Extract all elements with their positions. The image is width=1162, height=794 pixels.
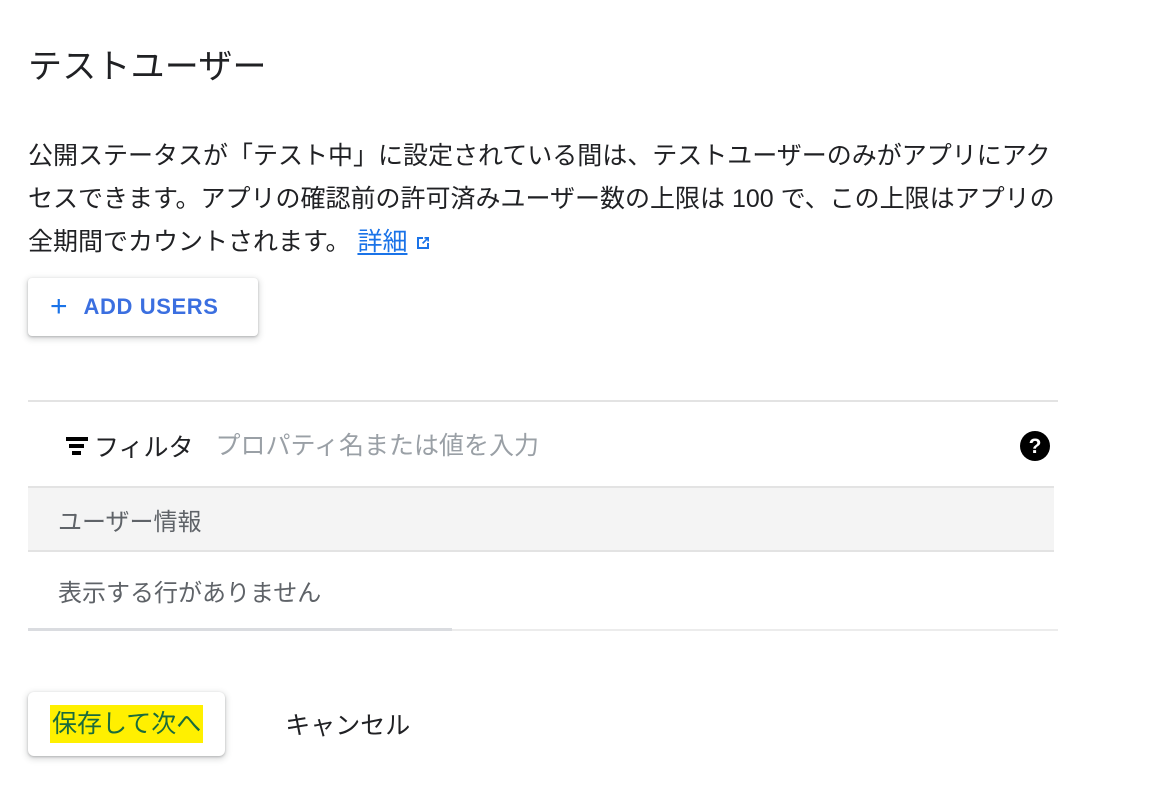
plus-icon: +: [50, 290, 68, 323]
help-circle-icon[interactable]: ?: [1020, 431, 1050, 461]
test-users-page: テストユーザー 公開ステータスが「テスト中」に設定されている間は、テストユーザー…: [0, 0, 1162, 794]
filter-label: フィルタ: [94, 434, 194, 462]
description-text: 公開ステータスが「テスト中」に設定されている間は、テストユーザーのみがアプリにア…: [28, 142, 1055, 256]
table-empty-message: 表示する行がありません: [58, 579, 322, 607]
page-title: テストユーザー: [28, 47, 267, 86]
test-users-table: ユーザー情報 表示する行がありません: [28, 486, 1058, 631]
table-bottom-rule-right: [452, 629, 1058, 631]
cancel-button[interactable]: キャンセル: [271, 696, 424, 752]
add-users-button[interactable]: + ADD USERS: [28, 278, 258, 336]
external-link-icon: [413, 233, 433, 253]
filter-top-divider: [28, 400, 1058, 402]
filter-icon[interactable]: [66, 433, 92, 459]
add-users-button-label: ADD USERS: [83, 294, 219, 319]
save-and-continue-button[interactable]: 保存して次へ: [28, 692, 226, 756]
table-bottom-rule: [28, 628, 1058, 631]
filter-bar: フィルタ ?: [28, 412, 1058, 480]
page-description: 公開ステータスが「テスト中」に設定されている間は、テストユーザーのみがアプリにア…: [28, 135, 1063, 264]
table-bottom-rule-left: [28, 628, 452, 631]
table-header-row: ユーザー情報: [28, 488, 1054, 550]
save-and-continue-label: 保存して次へ: [50, 705, 204, 743]
table-column-header-user-info: ユーザー情報: [58, 508, 202, 536]
table-empty-row: 表示する行がありません: [28, 552, 1058, 628]
filter-input[interactable]: [215, 426, 1020, 466]
footer-actions: 保存して次へ キャンセル: [28, 692, 424, 756]
learn-more-link[interactable]: 詳細: [357, 228, 407, 256]
